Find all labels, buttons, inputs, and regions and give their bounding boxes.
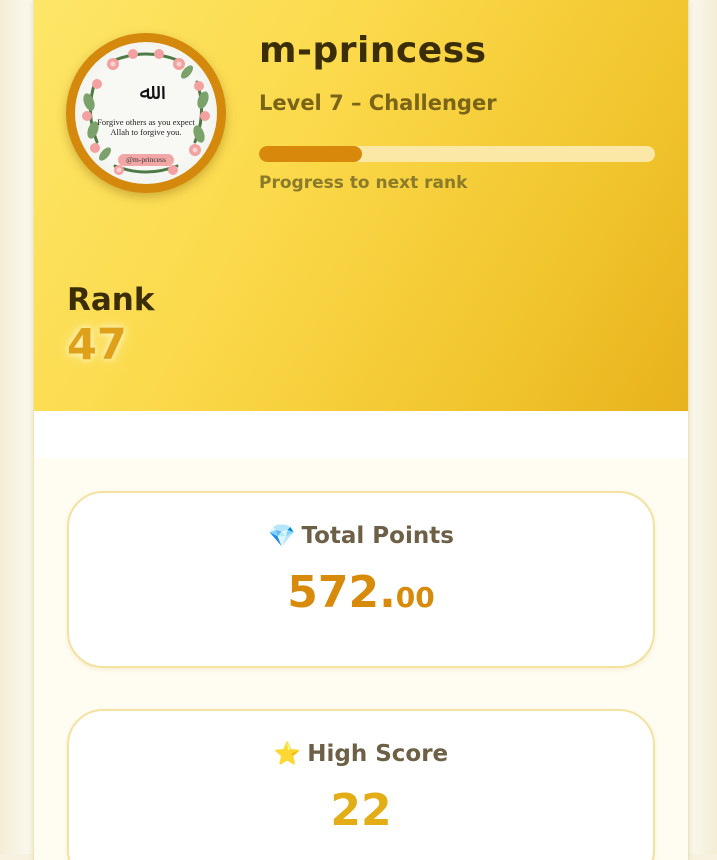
avatar-image: ﷲ Forgive others as you expect Allah to … xyxy=(75,42,217,184)
high-score-label: High Score xyxy=(307,741,449,767)
rank-label: Rank xyxy=(67,282,155,318)
total-points-label: Total Points xyxy=(301,523,454,549)
stats-section: 💎 Total Points 572.00 ⭐ High Score 22 xyxy=(34,458,688,860)
avatar[interactable]: ﷲ Forgive others as you expect Allah to … xyxy=(66,33,226,193)
rank-value: 47 xyxy=(67,320,127,370)
rank-progress-bar xyxy=(259,146,655,162)
progress-label: Progress to next rank xyxy=(259,173,468,193)
rank-progress-fill xyxy=(259,146,362,162)
gem-icon: 💎 xyxy=(268,524,296,549)
avatar-quote: Forgive others as you expect Allah to fo… xyxy=(97,117,195,137)
total-points-decimals: 00 xyxy=(395,581,435,614)
high-score-value: 22 xyxy=(330,785,392,836)
total-points-title: 💎 Total Points xyxy=(69,523,653,549)
total-points-card: 💎 Total Points 572.00 xyxy=(67,491,655,668)
avatar-arabic-text: ﷲ xyxy=(139,80,153,105)
username: m-princess xyxy=(259,30,487,71)
star-icon: ⭐ xyxy=(273,742,302,767)
header-divider xyxy=(34,411,688,458)
level-title: Level 7 – Challenger xyxy=(259,91,497,115)
total-points-integer: 572. xyxy=(287,567,396,618)
profile-header: ﷲ Forgive others as you expect Allah to … xyxy=(34,0,688,411)
total-points-value: 572.00 xyxy=(69,567,653,618)
profile-card: ﷲ Forgive others as you expect Allah to … xyxy=(33,0,689,860)
high-score-card: ⭐ High Score 22 xyxy=(67,709,655,860)
high-score-title: ⭐ High Score xyxy=(69,741,653,767)
avatar-handle: @m-princess xyxy=(118,154,174,166)
